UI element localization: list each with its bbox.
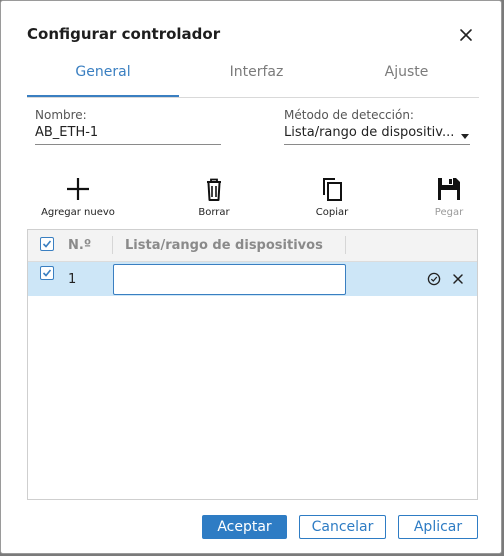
table-row[interactable]: 1 bbox=[28, 262, 477, 296]
add-new-label: Agregar nuevo bbox=[41, 207, 115, 218]
copy-button[interactable]: Copiar bbox=[287, 175, 377, 218]
row-number: 1 bbox=[68, 272, 77, 287]
tab-general[interactable]: General bbox=[27, 57, 179, 97]
column-divider bbox=[112, 236, 113, 254]
name-field[interactable]: AB_ETH-1 bbox=[35, 124, 221, 145]
plus-icon bbox=[67, 178, 89, 200]
row-checkbox[interactable] bbox=[40, 266, 54, 280]
detection-method-select[interactable]: Lista/rango de dispositiv... bbox=[284, 124, 470, 145]
confirm-icon[interactable] bbox=[427, 272, 441, 291]
paste-button[interactable]: Pegar bbox=[404, 175, 494, 218]
delete-button[interactable]: Borrar bbox=[169, 175, 259, 218]
paste-label: Pegar bbox=[434, 207, 464, 218]
cancel-button[interactable]: Cancelar bbox=[299, 515, 386, 539]
save-icon bbox=[438, 178, 460, 200]
add-new-button[interactable]: Agregar nuevo bbox=[33, 175, 123, 218]
select-all-checkbox[interactable] bbox=[40, 237, 54, 251]
copy-label: Copiar bbox=[315, 207, 349, 218]
device-list-table: N.º Lista/rango de dispositivos 1 bbox=[27, 229, 478, 500]
column-header-number: N.º bbox=[68, 238, 92, 253]
table-header: N.º Lista/rango de dispositivos bbox=[28, 230, 477, 262]
configure-controller-dialog: Configurar controlador General Interfaz … bbox=[0, 0, 502, 554]
tab-interfaz[interactable]: Interfaz bbox=[179, 57, 334, 95]
accept-button[interactable]: Aceptar bbox=[202, 515, 287, 539]
chevron-down-icon[interactable] bbox=[461, 134, 469, 139]
tab-ajuste[interactable]: Ajuste bbox=[334, 57, 479, 95]
trash-icon bbox=[207, 178, 221, 201]
column-header-device-list: Lista/rango de dispositivos bbox=[125, 238, 323, 253]
detection-method-value: Lista/rango de dispositiv... bbox=[284, 125, 455, 140]
column-divider bbox=[345, 236, 346, 254]
close-icon[interactable] bbox=[457, 26, 475, 44]
tab-bar: General Interfaz Ajuste bbox=[27, 57, 479, 98]
delete-label: Borrar bbox=[198, 207, 230, 218]
dialog-title: Configurar controlador bbox=[27, 25, 221, 43]
device-range-input[interactable] bbox=[113, 264, 346, 295]
detection-method-label: Método de detección: bbox=[284, 108, 414, 122]
name-label: Nombre: bbox=[35, 108, 87, 122]
cancel-edit-icon[interactable] bbox=[451, 272, 465, 291]
copy-icon bbox=[323, 178, 342, 201]
apply-button[interactable]: Aplicar bbox=[398, 515, 478, 539]
